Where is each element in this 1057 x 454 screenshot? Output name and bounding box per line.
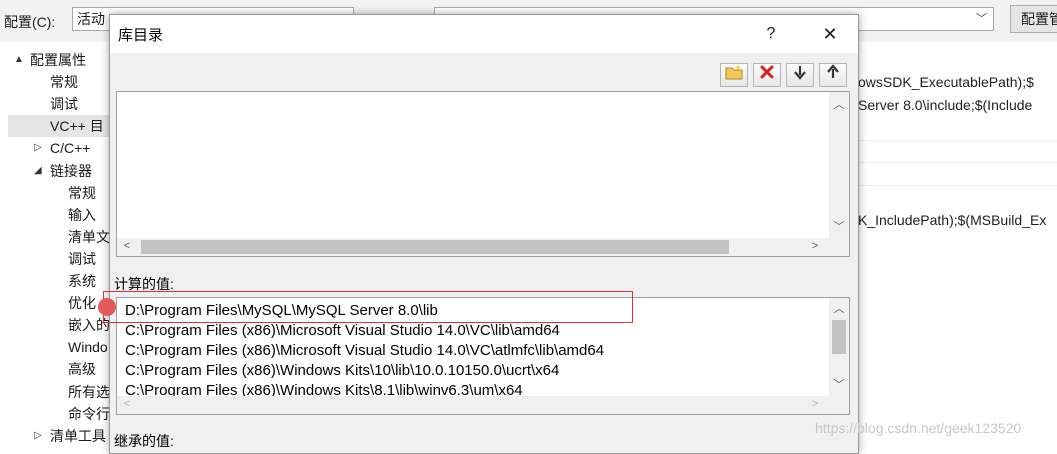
move-up-button[interactable] <box>819 63 847 87</box>
tree-item-label: 调试 <box>50 96 78 113</box>
tree-item[interactable]: 链接器 <box>50 160 92 182</box>
tree-item[interactable]: 系统 <box>68 270 96 292</box>
tree-item[interactable]: 命令行 <box>68 403 110 425</box>
tree-item[interactable]: 高级 <box>68 358 96 380</box>
vertical-scrollbar[interactable]: ︿ ﹀ <box>829 92 849 238</box>
new-folder-icon <box>725 65 743 83</box>
tree-item-label: VC++ 目 <box>50 118 104 135</box>
tree-item-label: C/C++ <box>50 140 91 157</box>
tree-item-label: 优化 <box>68 295 96 312</box>
scroll-left-icon[interactable]: < <box>119 398 135 410</box>
tree-item[interactable]: 配置属性 <box>30 49 86 71</box>
horizontal-scrollbar[interactable]: < > <box>117 238 849 256</box>
scroll-left-icon[interactable]: < <box>119 240 135 252</box>
expand-icon[interactable]: ▷ <box>34 430 42 441</box>
tree-item[interactable]: 常规 <box>68 182 96 204</box>
inherited-values-label: 继承的值: <box>114 433 174 449</box>
config-label: 配置(C): <box>4 14 56 30</box>
vertical-scrollbar[interactable]: ︿ ﹀ <box>829 298 849 396</box>
config-manager-button[interactable]: 配置管 <box>1010 5 1057 33</box>
new-line-button[interactable] <box>720 63 748 87</box>
tree-item-label: 配置属性 <box>30 52 86 68</box>
scroll-down-icon[interactable]: ﹀ <box>831 376 847 392</box>
scroll-up-icon[interactable]: ︿ <box>831 300 847 316</box>
watermark: https://blog.csdn.net/geek123520 <box>815 420 1022 436</box>
source-dirs-value: K_IncludePath);$(MSBuild_Ex <box>858 212 1047 228</box>
tree-item-label: 常规 <box>50 74 78 91</box>
tree-item[interactable]: 清单文 <box>68 226 110 248</box>
tree-item[interactable]: C/C++ <box>50 137 90 159</box>
list-item: C:\Program Files (x86)\Microsoft Visual … <box>125 322 560 339</box>
collapse-icon[interactable]: ▲ <box>14 54 24 65</box>
tree-item[interactable]: 调试 <box>68 248 96 270</box>
tree-item[interactable]: 常规 <box>50 71 78 93</box>
tree-item-label: 输入 <box>68 206 96 223</box>
tree-item-label: Windo <box>68 339 108 356</box>
tree-item-label: 链接器 <box>50 162 92 179</box>
property-tree: 配置属性 ▲ 常规 调试 VC++ 目 C/C++ ▷ 链接器 ◢ 常规 输入 清单文 调试 系统 优化 嵌入… <box>0 46 121 448</box>
tree-item[interactable]: 调试 <box>50 93 78 115</box>
tree-item-label: 系统 <box>68 273 96 289</box>
scroll-down-icon[interactable]: ﹀ <box>831 218 847 234</box>
executable-dirs-value: owsSDK_ExecutablePath);$ <box>858 74 1034 90</box>
collapse-icon[interactable]: ◢ <box>34 165 42 176</box>
close-icon: ✕ <box>822 24 838 44</box>
tree-item-label: 清单工具 <box>50 427 106 444</box>
list-item: C:\Program Files (x86)\Windows Kits\10\l… <box>125 362 560 379</box>
scroll-up-icon[interactable]: ︿ <box>831 96 847 112</box>
tree-item-label: 命令行 <box>68 405 110 422</box>
marker-dot <box>98 298 116 316</box>
grid-separator <box>858 162 1057 163</box>
delete-line-button[interactable] <box>753 63 781 87</box>
dialog-titlebar: 库目录 ? ✕ <box>110 15 858 53</box>
help-button[interactable]: ? <box>756 21 786 47</box>
grid-separator <box>858 185 1057 186</box>
tree-item[interactable]: 清单工具 <box>50 425 106 447</box>
tree-item[interactable]: VC++ 目 <box>8 115 120 138</box>
tree-item-label: 常规 <box>68 184 96 201</box>
tree-item[interactable]: 输入 <box>68 204 96 226</box>
vertical-scroll-thumb[interactable] <box>832 320 846 354</box>
config-combo-value: 活动 <box>77 11 105 27</box>
scroll-right-icon[interactable]: > <box>807 240 823 252</box>
grid-separator <box>858 140 1057 141</box>
tree-item[interactable]: 优化 <box>68 292 96 314</box>
scroll-right-icon[interactable]: > <box>807 398 823 410</box>
directory-edit-list[interactable]: ︿ ﹀ < > <box>116 91 850 257</box>
include-dirs-value: Server 8.0\include;$(Include <box>858 97 1033 113</box>
tree-item-label: 清单文 <box>68 228 110 245</box>
horizontal-scrollbar[interactable]: < > <box>117 396 849 414</box>
dialog-title: 库目录 <box>118 27 164 44</box>
close-button[interactable]: ✕ <box>812 21 848 47</box>
arrow-up-icon <box>826 64 840 83</box>
horizontal-scroll-thumb[interactable] <box>141 240 729 254</box>
tree-item-label: 高级 <box>68 361 96 378</box>
expand-icon[interactable]: ▷ <box>34 142 42 153</box>
move-down-button[interactable] <box>786 63 814 87</box>
highlight-box <box>103 291 633 323</box>
delete-icon <box>759 65 775 83</box>
list-item: C:\Program Files (x86)\Microsoft Visual … <box>125 342 605 359</box>
tree-item[interactable]: 所有选 <box>68 381 110 403</box>
chevron-down-icon: ﹀ <box>976 13 987 25</box>
tree-item-label: 调试 <box>68 250 96 267</box>
tree-item-label: 所有选 <box>68 383 110 400</box>
arrow-down-icon <box>793 66 807 83</box>
tree-item[interactable]: Windo <box>68 336 108 358</box>
library-directories-dialog: 库目录 ? ✕ ︿ ﹀ < > 计算的值: D:\Program Files\M… <box>109 14 859 454</box>
